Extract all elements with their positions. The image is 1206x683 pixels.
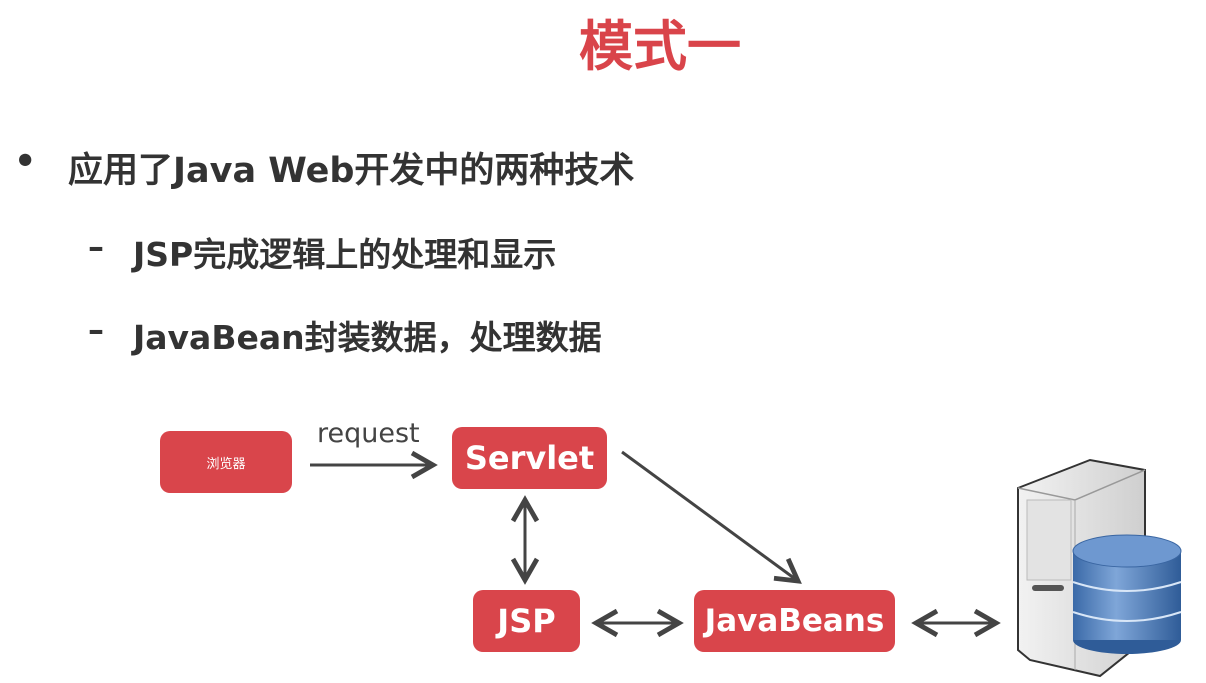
jsp-node: JSP: [473, 590, 580, 652]
request-label: request: [317, 418, 420, 449]
server-database-icon: [1017, 458, 1182, 678]
servlet-node: Servlet: [452, 427, 607, 489]
javabeans-node: JavaBeans: [694, 590, 895, 652]
diagram-arrows: [310, 450, 1182, 678]
servlet-javabeans-arrow: [621, 450, 802, 584]
browser-node: 浏览器: [160, 431, 292, 493]
